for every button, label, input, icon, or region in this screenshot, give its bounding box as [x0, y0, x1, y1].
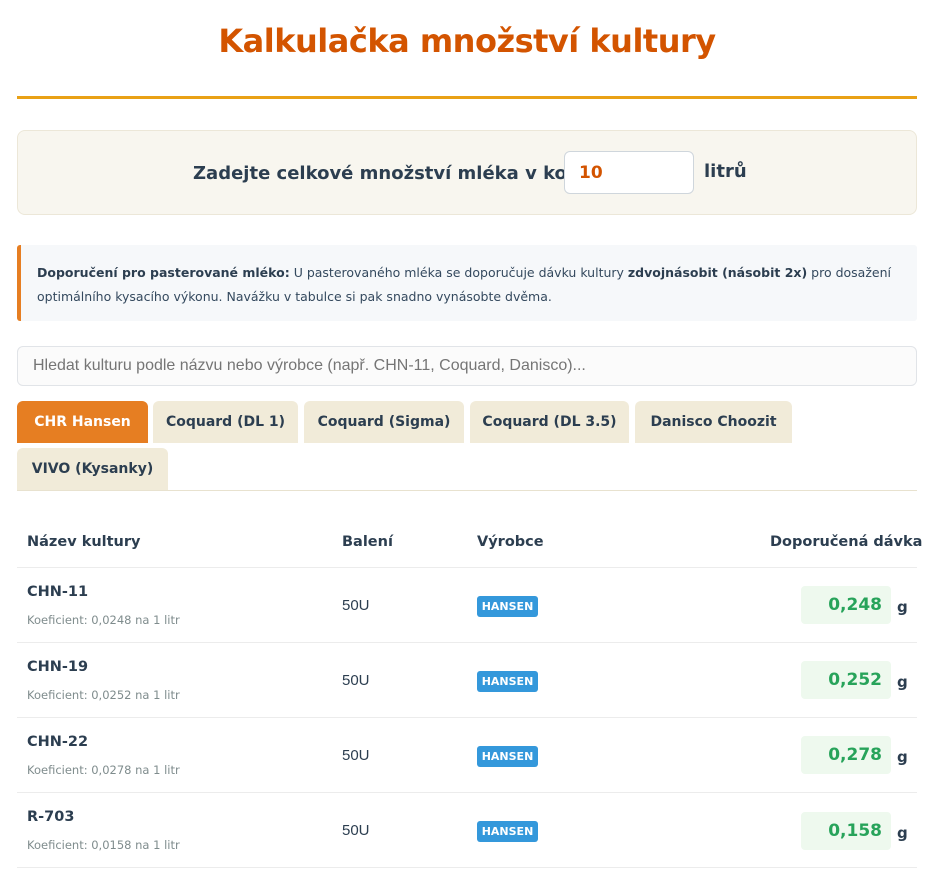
culture-pack: 50U: [342, 597, 370, 614]
row-divider: [17, 642, 917, 643]
culture-coefficient: Koeficient: 0,0278 na 1 litr: [27, 763, 180, 777]
row-divider: [17, 867, 917, 868]
tab-danisco-choozit[interactable]: Danisco Choozit: [635, 401, 792, 443]
tab-chr-hansen[interactable]: CHR Hansen: [17, 401, 148, 443]
header-divider: [17, 567, 917, 568]
culture-search-input[interactable]: [17, 346, 917, 386]
milk-unit-label: litrů: [704, 161, 747, 182]
header-dose: Doporučená dávka: [770, 534, 923, 550]
note-text-1: U pasterovaného mléka se doporučuje dávk…: [289, 265, 628, 280]
row-divider: [17, 717, 917, 718]
maker-badge: HANSEN: [477, 596, 538, 617]
maker-badge: HANSEN: [477, 746, 538, 767]
dose-value: 0,158: [801, 812, 891, 850]
dose-value: 0,252: [801, 661, 891, 699]
maker-badge: HANSEN: [477, 821, 538, 842]
note-bold-prefix: Doporučení pro pasterované mléko:: [37, 265, 290, 280]
page-title: Kalkulačka množství kultury: [218, 22, 716, 60]
dose-unit: g: [897, 598, 908, 616]
header-maker: Výrobce: [477, 534, 544, 550]
culture-coefficient: Koeficient: 0,0158 na 1 litr: [27, 838, 180, 852]
header-name: Název kultury: [27, 534, 141, 550]
milk-input-panel: Zadejte celkové množství mléka v kotli: …: [17, 130, 917, 215]
tab-coquard-dl1[interactable]: Coquard (DL 1): [153, 401, 298, 443]
tabs-divider: [17, 490, 917, 491]
tab-coquard-dl35[interactable]: Coquard (DL 3.5): [470, 401, 629, 443]
tab-vivo-kysanky[interactable]: VIVO (Kysanky): [17, 448, 168, 490]
tab-coquard-sigma[interactable]: Coquard (Sigma): [304, 401, 464, 443]
culture-name: R-703: [27, 809, 75, 825]
header-pack: Balení: [342, 534, 393, 550]
culture-coefficient: Koeficient: 0,0252 na 1 litr: [27, 688, 180, 702]
pasteurized-milk-note: Doporučení pro pasterované mléko: U past…: [17, 245, 917, 321]
title-divider: [17, 96, 917, 99]
culture-pack: 50U: [342, 822, 370, 839]
milk-amount-input[interactable]: [564, 151, 694, 194]
culture-name: CHN-22: [27, 734, 89, 750]
note-bold-mid: zdvojnásobit (násobit 2x): [627, 265, 808, 280]
dose-unit: g: [897, 673, 908, 691]
row-divider: [17, 792, 917, 793]
culture-coefficient: Koeficient: 0,0248 na 1 litr: [27, 613, 180, 627]
dose-value: 0,248: [801, 586, 891, 624]
culture-name: CHN-19: [27, 659, 89, 675]
culture-name: CHN-11: [27, 584, 89, 600]
milk-input-label: Zadejte celkové množství mléka v kotli:: [193, 163, 596, 184]
maker-badge: HANSEN: [477, 671, 538, 692]
dose-value: 0,278: [801, 736, 891, 774]
dose-unit: g: [897, 824, 908, 842]
culture-pack: 50U: [342, 747, 370, 764]
dose-unit: g: [897, 748, 908, 766]
culture-pack: 50U: [342, 672, 370, 689]
